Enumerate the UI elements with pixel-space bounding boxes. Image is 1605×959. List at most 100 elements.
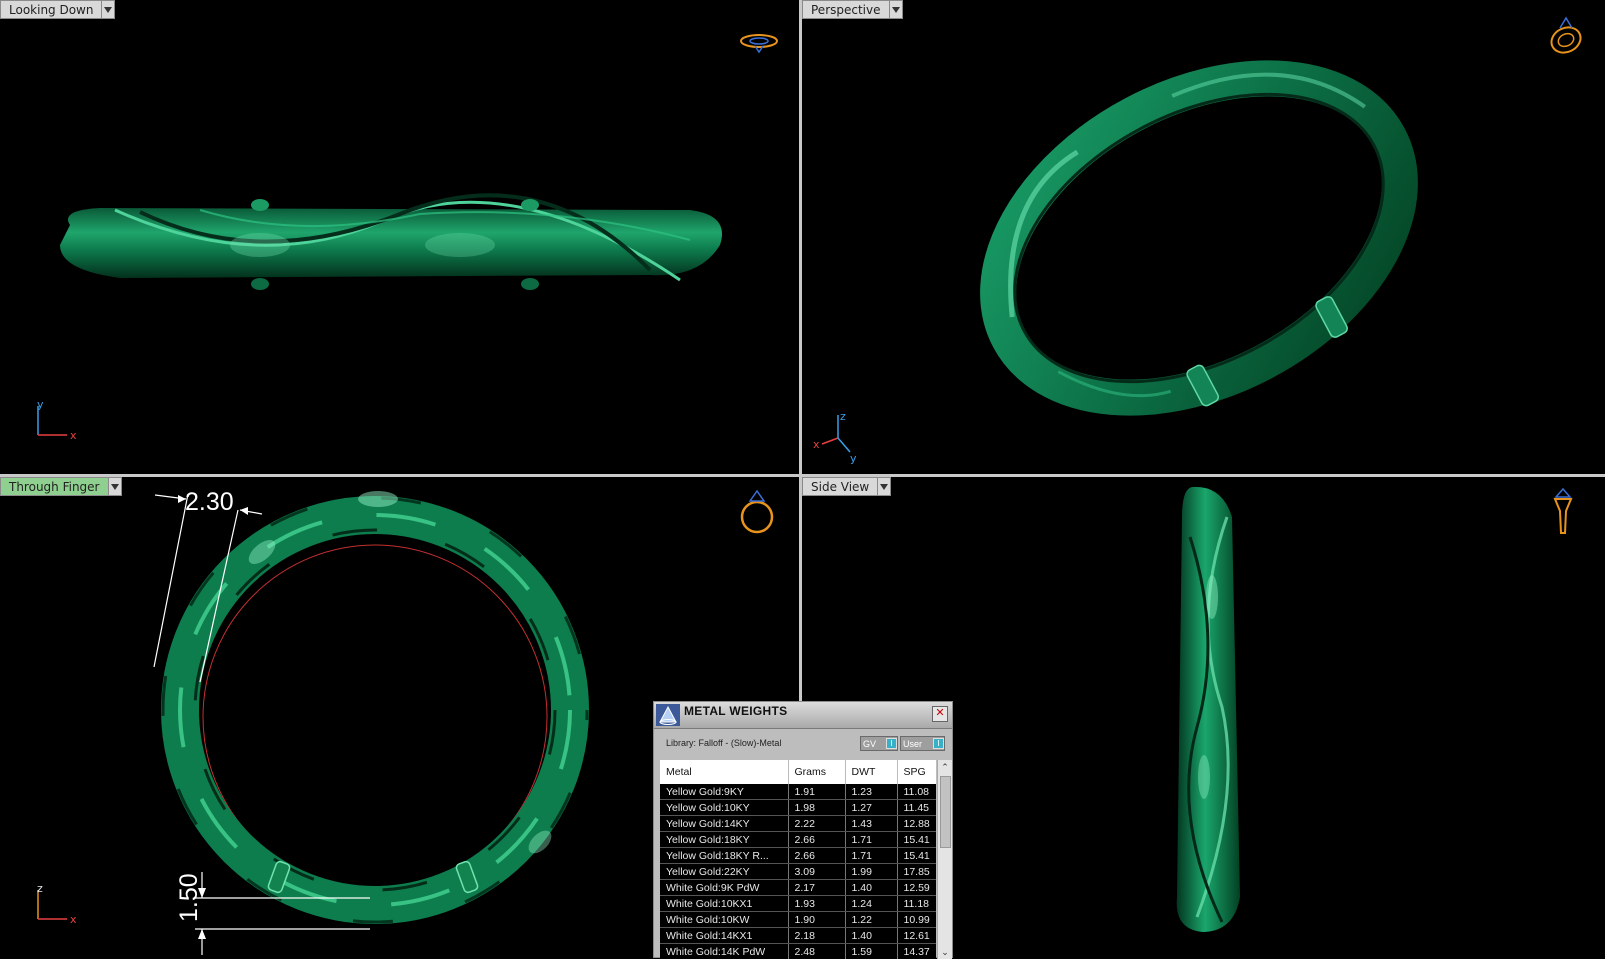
- cell-dwt: 1.23: [845, 784, 897, 800]
- cell-grams: 2.48: [788, 944, 845, 959]
- cell-grams: 2.17: [788, 880, 845, 896]
- table-row[interactable]: Yellow Gold:9KY1.911.2311.08: [660, 784, 936, 800]
- cell-spg: 12.61: [897, 928, 936, 944]
- cell-grams: 2.18: [788, 928, 845, 944]
- svg-text:x: x: [70, 429, 77, 440]
- cell-dwt: 1.43: [845, 816, 897, 832]
- viewport-label-text: Looking Down: [0, 0, 102, 19]
- close-button[interactable]: ✕: [932, 706, 948, 722]
- viewport-label-text: Through Finger: [0, 477, 109, 496]
- cell-dwt: 1.71: [845, 848, 897, 864]
- cell-spg: 15.41: [897, 848, 936, 864]
- cell-spg: 11.08: [897, 784, 936, 800]
- column-header-grams[interactable]: Grams: [788, 760, 845, 784]
- ring-nav-cube-icon[interactable]: [737, 487, 777, 537]
- cell-metal: White Gold:10KX1: [660, 896, 788, 912]
- viewport-perspective[interactable]: Perspective z y x: [802, 0, 1605, 474]
- table-header-row: Metal Grams DWT SPG: [660, 760, 936, 784]
- chevron-down-icon[interactable]: [102, 0, 115, 19]
- cell-metal: White Gold:14K PdW: [660, 944, 788, 959]
- column-header-spg[interactable]: SPG: [897, 760, 936, 784]
- cell-metal: Yellow Gold:22KY: [660, 864, 788, 880]
- cell-spg: 15.41: [897, 832, 936, 848]
- cell-spg: 11.18: [897, 896, 936, 912]
- table-row[interactable]: White Gold:9K PdW2.171.4012.59: [660, 880, 936, 896]
- table-row[interactable]: Yellow Gold:18KY R...2.661.7115.41: [660, 848, 936, 864]
- cell-metal: Yellow Gold:18KY: [660, 832, 788, 848]
- viewport-looking-down[interactable]: Looking Down y x: [0, 0, 799, 474]
- svg-text:y: y: [850, 452, 857, 465]
- table-row[interactable]: White Gold:10KW1.901.2210.99: [660, 912, 936, 928]
- cell-dwt: 1.40: [845, 880, 897, 896]
- cell-metal: Yellow Gold:14KY: [660, 816, 788, 832]
- axis-triad-icon: z x: [30, 882, 85, 924]
- cell-spg: 12.88: [897, 816, 936, 832]
- user-toggle-knob: I: [933, 738, 944, 749]
- column-header-dwt[interactable]: DWT: [845, 760, 897, 784]
- axis-triad-icon: z y x: [810, 410, 865, 465]
- metal-weights-titlebar[interactable]: METAL WEIGHTS ✕: [654, 702, 952, 729]
- table-row[interactable]: Yellow Gold:10KY1.981.2711.45: [660, 800, 936, 816]
- cell-metal: White Gold:10KW: [660, 912, 788, 928]
- library-label: Library: Falloff - (Slow)-Metal: [666, 738, 781, 748]
- table-row[interactable]: Yellow Gold:14KY2.221.4312.88: [660, 816, 936, 832]
- viewport-label-through-finger[interactable]: Through Finger: [0, 477, 122, 496]
- cell-spg: 12.59: [897, 880, 936, 896]
- gv-toggle-knob: I: [886, 738, 897, 749]
- axis-triad-icon: y x: [30, 398, 85, 440]
- svg-text:z: z: [37, 882, 43, 895]
- cell-spg: 14.37: [897, 944, 936, 959]
- dimension-width-label: 2.30: [185, 488, 234, 516]
- ring-nav-cube-icon[interactable]: [1546, 14, 1586, 58]
- metal-weights-panel[interactable]: METAL WEIGHTS ✕ Library: Falloff - (Slow…: [653, 701, 953, 958]
- cell-grams: 3.09: [788, 864, 845, 880]
- cell-dwt: 1.22: [845, 912, 897, 928]
- metal-weights-title: METAL WEIGHTS: [684, 704, 787, 718]
- ring-top-view: [0, 0, 799, 474]
- viewport-label-perspective[interactable]: Perspective: [802, 0, 903, 19]
- table-row[interactable]: White Gold:10KX11.931.2411.18: [660, 896, 936, 912]
- ring-perspective-view: [802, 0, 1605, 474]
- cell-grams: 1.98: [788, 800, 845, 816]
- table-row[interactable]: Yellow Gold:18KY2.661.7115.41: [660, 832, 936, 848]
- cell-metal: Yellow Gold:10KY: [660, 800, 788, 816]
- ring-nav-cube-icon[interactable]: [738, 30, 780, 54]
- table-row[interactable]: Yellow Gold:22KY3.091.9917.85: [660, 864, 936, 880]
- cell-metal: Yellow Gold:9KY: [660, 784, 788, 800]
- cell-metal: White Gold:14KX1: [660, 928, 788, 944]
- cell-spg: 11.45: [897, 800, 936, 816]
- table-row[interactable]: White Gold:14KX12.181.4012.61: [660, 928, 936, 944]
- scroll-down-icon[interactable]: ⌄: [938, 945, 952, 959]
- viewport-divider-horizontal[interactable]: [0, 474, 1605, 477]
- svg-text:x: x: [70, 913, 77, 924]
- chevron-down-icon[interactable]: [890, 0, 903, 19]
- cell-grams: 1.93: [788, 896, 845, 912]
- scrollbar-thumb[interactable]: [940, 776, 951, 848]
- chevron-down-icon[interactable]: [109, 477, 122, 496]
- cell-grams: 2.22: [788, 816, 845, 832]
- cell-grams: 2.66: [788, 848, 845, 864]
- column-header-metal[interactable]: Metal: [660, 760, 788, 784]
- chevron-down-icon[interactable]: [878, 477, 891, 496]
- cell-spg: 10.99: [897, 912, 936, 928]
- cell-dwt: 1.71: [845, 832, 897, 848]
- cell-grams: 1.91: [788, 784, 845, 800]
- cell-dwt: 1.99: [845, 864, 897, 880]
- table-row[interactable]: White Gold:14K PdW2.481.5914.37: [660, 944, 936, 959]
- scroll-up-icon[interactable]: ⌃: [938, 760, 952, 774]
- viewport-label-text: Perspective: [802, 0, 890, 19]
- svg-text:z: z: [840, 410, 846, 423]
- svg-text:y: y: [37, 398, 44, 411]
- metal-weights-table: Metal Grams DWT SPG Yellow Gold:9KY1.911…: [660, 760, 936, 959]
- table-scrollbar[interactable]: ⌃ ⌄: [937, 760, 952, 959]
- ring-nav-cube-icon[interactable]: [1548, 487, 1578, 539]
- gv-toggle[interactable]: GV I: [860, 736, 898, 751]
- cell-dwt: 1.59: [845, 944, 897, 959]
- viewport-label-side-view[interactable]: Side View: [802, 477, 891, 496]
- viewport-label-text: Side View: [802, 477, 878, 496]
- viewport-label-looking-down[interactable]: Looking Down: [0, 0, 115, 19]
- cell-dwt: 1.40: [845, 928, 897, 944]
- user-toggle[interactable]: User I: [900, 736, 945, 751]
- cell-grams: 1.90: [788, 912, 845, 928]
- cell-dwt: 1.27: [845, 800, 897, 816]
